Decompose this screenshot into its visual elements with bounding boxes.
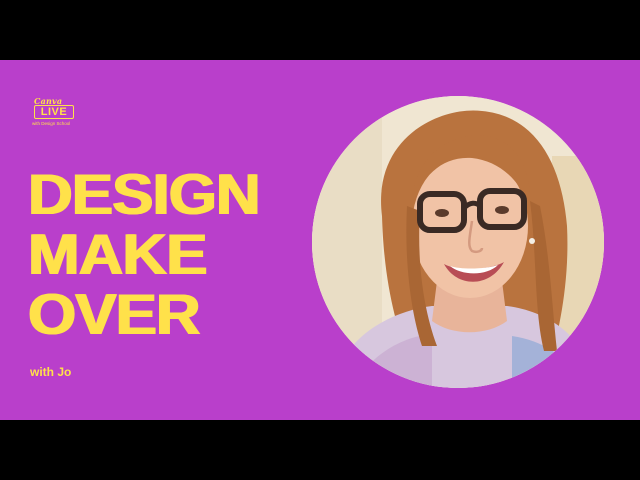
letterbox-top xyxy=(0,0,640,60)
right-eye xyxy=(495,206,509,214)
headline-line-2: MAKE xyxy=(28,223,208,287)
left-eye xyxy=(435,209,449,217)
letterbox-bottom xyxy=(0,420,640,480)
headline-line-3: OVER xyxy=(28,283,201,347)
headline-line-1: DESIGN xyxy=(28,163,261,227)
video-thumbnail: Canva LIVE with Design School DESIGN MAK… xyxy=(0,0,640,480)
earring xyxy=(529,238,535,244)
canva-live-logo: Canva LIVE with Design School xyxy=(30,96,90,132)
host-photo xyxy=(312,96,604,388)
logo-badge: LIVE xyxy=(34,105,74,119)
headline: DESIGN MAKE OVER xyxy=(28,163,261,348)
thumbnail-canvas: Canva LIVE with Design School DESIGN MAK… xyxy=(0,60,640,420)
logo-subtitle: with Design School xyxy=(32,121,71,126)
host-label: with Jo xyxy=(30,365,72,379)
host-photo-illustration xyxy=(312,96,604,388)
